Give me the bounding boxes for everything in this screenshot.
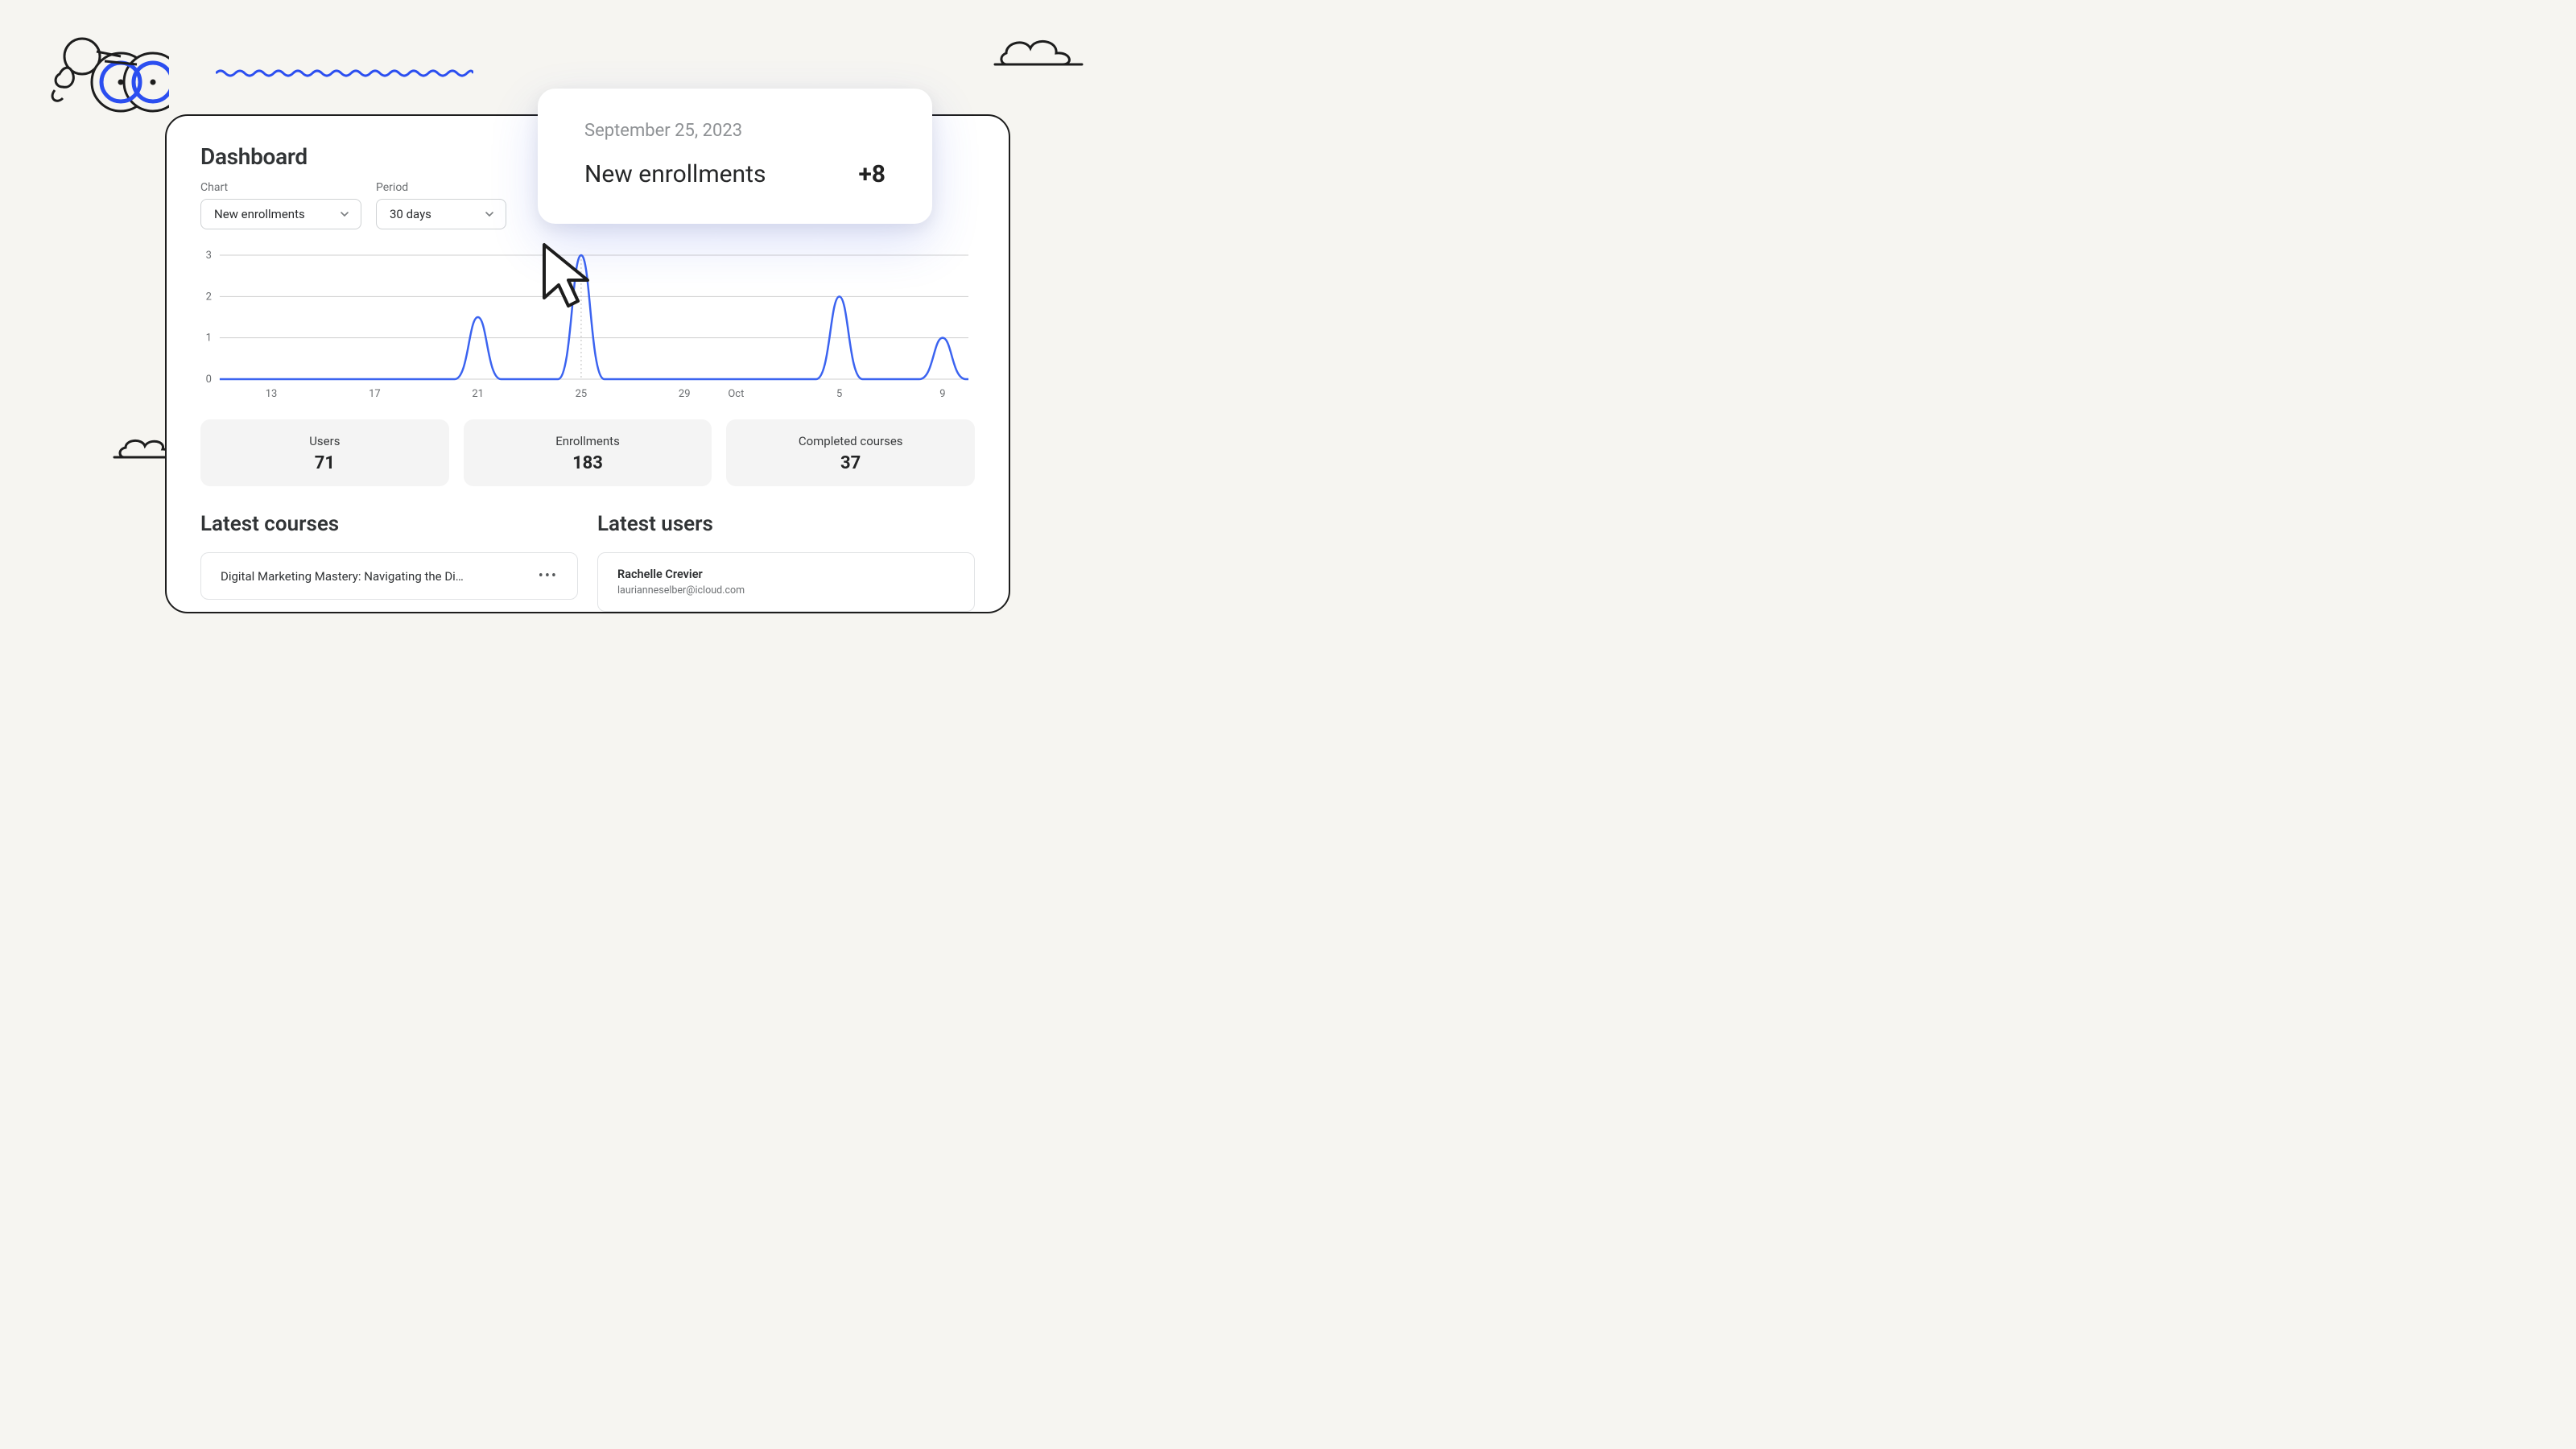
stat-cards: Users 71 Enrollments 183 Completed cours… bbox=[200, 419, 975, 486]
stat-value: 71 bbox=[200, 453, 449, 473]
period-select-value: 30 days bbox=[390, 207, 431, 221]
chart-select-value: New enrollments bbox=[214, 207, 305, 221]
cursor-icon bbox=[539, 240, 596, 316]
stat-card-enrollments[interactable]: Enrollments 183 bbox=[464, 419, 712, 486]
tooltip-label: New enrollments bbox=[584, 160, 766, 188]
svg-text:0: 0 bbox=[206, 374, 212, 386]
latest-courses-section: Latest courses Digital Marketing Mastery… bbox=[200, 512, 578, 612]
stat-label: Completed courses bbox=[726, 434, 975, 448]
chart-select[interactable]: New enrollments bbox=[200, 199, 361, 229]
stat-value: 183 bbox=[464, 453, 712, 473]
user-name: Rachelle Crevier bbox=[617, 568, 703, 581]
stat-value: 37 bbox=[726, 453, 975, 473]
latest-users-heading: Latest users bbox=[597, 512, 975, 536]
binoculars-illustration bbox=[24, 24, 169, 116]
svg-text:21: 21 bbox=[472, 388, 484, 400]
svg-text:29: 29 bbox=[679, 388, 691, 400]
chart-select-label: Chart bbox=[200, 181, 361, 194]
stat-label: Users bbox=[200, 434, 449, 448]
svg-text:3: 3 bbox=[206, 250, 212, 262]
course-row[interactable]: Digital Marketing Mastery: Navigating th… bbox=[200, 552, 578, 600]
tooltip-date: September 25, 2023 bbox=[584, 121, 886, 141]
course-name: Digital Marketing Mastery: Navigating th… bbox=[221, 569, 464, 584]
svg-text:2: 2 bbox=[206, 291, 212, 303]
svg-text:13: 13 bbox=[266, 388, 278, 400]
svg-text:Oct: Oct bbox=[728, 388, 744, 400]
svg-text:25: 25 bbox=[576, 388, 588, 400]
latest-users-section: Latest users Rachelle Crevier lauriannes… bbox=[597, 512, 975, 612]
more-icon[interactable]: ••• bbox=[539, 568, 558, 584]
latest-courses-heading: Latest courses bbox=[200, 512, 578, 536]
period-select[interactable]: 30 days bbox=[376, 199, 506, 229]
chart-tooltip: September 25, 2023 New enrollments +8 bbox=[538, 89, 932, 224]
squiggle-underline bbox=[216, 66, 473, 81]
cloud-illustration bbox=[990, 29, 1087, 72]
chevron-down-icon bbox=[485, 209, 494, 219]
period-select-label: Period bbox=[376, 181, 506, 194]
svg-text:5: 5 bbox=[836, 388, 842, 400]
user-email: laurianneselber@icloud.com bbox=[617, 584, 745, 597]
tooltip-value: +8 bbox=[858, 160, 886, 188]
chevron-down-icon bbox=[340, 209, 349, 219]
stat-label: Enrollments bbox=[464, 434, 712, 448]
svg-text:1: 1 bbox=[206, 332, 212, 345]
svg-text:17: 17 bbox=[369, 388, 381, 400]
stat-card-completed[interactable]: Completed courses 37 bbox=[726, 419, 975, 486]
svg-text:9: 9 bbox=[939, 388, 945, 400]
user-row[interactable]: Rachelle Crevier laurianneselber@icloud.… bbox=[597, 552, 975, 612]
stat-card-users[interactable]: Users 71 bbox=[200, 419, 449, 486]
